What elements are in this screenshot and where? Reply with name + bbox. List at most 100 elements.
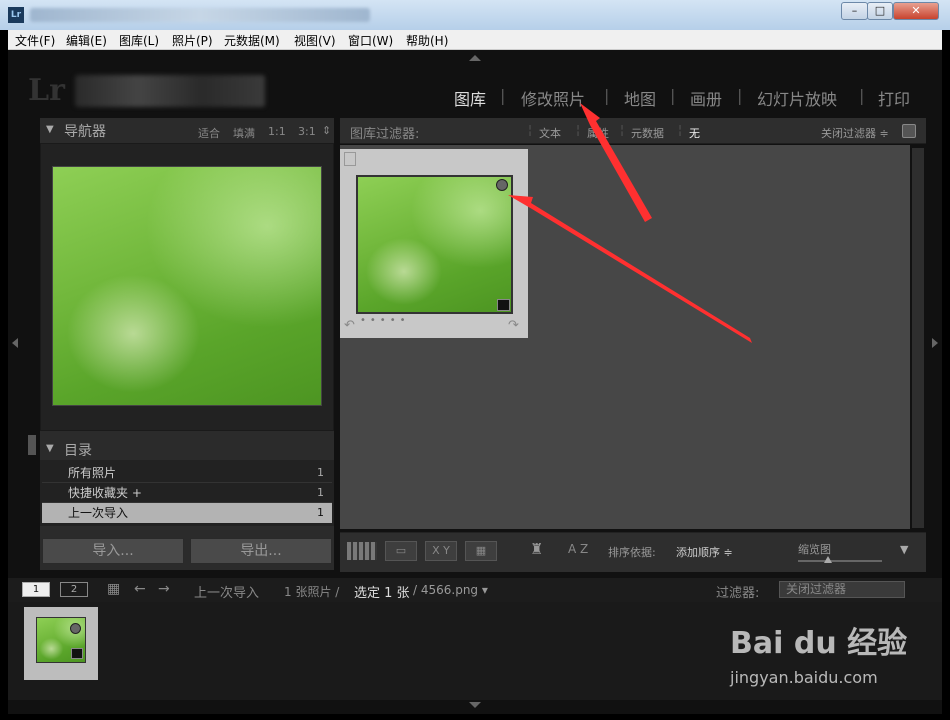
filter-metadata[interactable]: 元数据 bbox=[631, 125, 664, 141]
left-panel-toggle-icon[interactable] bbox=[12, 338, 18, 348]
catalog-item-all-photos[interactable]: 所有照片 1 bbox=[42, 463, 332, 483]
back-arrow-icon[interactable]: ← bbox=[134, 581, 146, 597]
filter-text[interactable]: 文本 bbox=[539, 125, 561, 141]
module-print[interactable]: 打印 bbox=[878, 86, 910, 110]
menu-edit[interactable]: 编辑(E) bbox=[66, 32, 107, 49]
flag-icon[interactable] bbox=[344, 152, 356, 166]
photo-thumbnail[interactable] bbox=[356, 175, 513, 314]
module-book[interactable]: 画册 bbox=[690, 86, 722, 110]
menu-window[interactable]: 窗口(W) bbox=[348, 32, 393, 49]
module-separator: | bbox=[604, 86, 610, 105]
window-title-blurred bbox=[30, 8, 370, 22]
menu-file[interactable]: 文件(F) bbox=[15, 32, 55, 49]
catalog-item-label: 上一次导入 bbox=[68, 506, 129, 520]
slider-thumb-icon[interactable] bbox=[824, 556, 832, 563]
grid-view-icon[interactable] bbox=[347, 542, 377, 560]
module-slideshow[interactable]: 幻灯片放映 bbox=[757, 86, 837, 110]
window-title-bar: Lr bbox=[0, 0, 950, 30]
navigator-preview-image[interactable] bbox=[52, 166, 322, 406]
sort-label: 排序依据: bbox=[608, 546, 656, 559]
filter-none[interactable]: 无 bbox=[689, 125, 700, 141]
quick-collection-dot-icon[interactable] bbox=[496, 179, 508, 191]
survey-view-icon[interactable]: ▦ bbox=[465, 541, 497, 561]
spray-can-icon[interactable]: ♜ bbox=[530, 540, 543, 558]
thumbnail-size-slider[interactable] bbox=[798, 560, 882, 562]
watermark-brand: Bai du 经验 bbox=[730, 626, 908, 661]
maximize-button[interactable]: □ bbox=[867, 2, 893, 20]
catalog-item-previous-import[interactable]: 上一次导入 1 bbox=[42, 503, 332, 523]
right-panel-toggle-icon[interactable] bbox=[932, 338, 938, 348]
top-panel-toggle-icon[interactable] bbox=[469, 55, 481, 61]
rotate-right-icon[interactable]: ↷ bbox=[508, 318, 519, 333]
module-map[interactable]: 地图 bbox=[624, 86, 656, 110]
filter-separator: ¦ bbox=[620, 123, 625, 137]
filename-dropdown[interactable]: / 4566.png ▾ bbox=[413, 583, 488, 597]
menu-bar: 文件(F) 编辑(E) 图库(L) 照片(P) 元数据(M) 视图(V) 窗口(… bbox=[8, 30, 942, 50]
window-1-toggle[interactable]: 1 bbox=[22, 582, 50, 597]
collapse-triangle-icon[interactable]: ▼ bbox=[46, 124, 54, 135]
selected-count: 选定 1 张 bbox=[354, 586, 410, 601]
module-develop[interactable]: 修改照片 bbox=[521, 86, 585, 110]
menu-metadata[interactable]: 元数据(M) bbox=[224, 32, 280, 49]
window-2-toggle[interactable]: 2 bbox=[60, 582, 88, 597]
thumbnail-size-label: 缩览图 bbox=[798, 543, 831, 556]
export-button[interactable]: 导出... bbox=[190, 538, 332, 564]
library-filter-title: 图库过滤器: bbox=[350, 127, 420, 142]
edited-badge-icon bbox=[71, 648, 83, 659]
filter-preset-select[interactable]: 关闭过滤器 bbox=[779, 581, 905, 598]
toolbar-menu-chevron-icon[interactable]: ▼ bbox=[900, 543, 908, 556]
nav-option-fit[interactable]: 适合 bbox=[198, 125, 220, 141]
grid-scrollbar[interactable] bbox=[912, 148, 924, 528]
grid-jump-icon[interactable]: ▦ bbox=[107, 581, 120, 597]
lock-icon[interactable] bbox=[902, 124, 916, 138]
catalog-item-count: 1 bbox=[317, 506, 324, 519]
sort-direction-icon[interactable]: A Z bbox=[568, 542, 588, 556]
menu-view[interactable]: 视图(V) bbox=[294, 32, 336, 49]
collapse-triangle-icon[interactable]: ▼ bbox=[46, 443, 54, 454]
filter-separator: ¦ bbox=[528, 123, 533, 137]
nav-option-1-1[interactable]: 1:1 bbox=[268, 125, 286, 138]
catalog-item-label: 快捷收藏夹 + bbox=[68, 486, 142, 500]
menu-help[interactable]: 帮助(H) bbox=[406, 32, 448, 49]
watermark-url: jingyan.baidu.com bbox=[730, 668, 878, 687]
minimize-button[interactable]: – bbox=[841, 2, 868, 20]
filter-attribute[interactable]: 属性 bbox=[587, 125, 609, 141]
close-filter-dropdown[interactable]: 关闭过滤器 ≑ bbox=[821, 125, 889, 141]
bottom-panel-toggle-icon[interactable] bbox=[469, 702, 481, 708]
nav-option-fill[interactable]: 填满 bbox=[233, 125, 255, 141]
module-separator: | bbox=[737, 86, 743, 105]
menu-library[interactable]: 图库(L) bbox=[119, 32, 159, 49]
compare-view-icon[interactable]: X Y bbox=[425, 541, 457, 561]
catalog-item-quick-collection[interactable]: 快捷收藏夹 + 1 bbox=[42, 483, 332, 503]
rating-dots-icon[interactable]: ••••• bbox=[360, 315, 410, 326]
left-panel-scrollbar[interactable] bbox=[28, 435, 36, 455]
catalog-item-count: 1 bbox=[317, 466, 324, 479]
close-button[interactable]: ✕ bbox=[893, 2, 939, 20]
filter-label: 过滤器: bbox=[716, 586, 760, 601]
navigator-title[interactable]: 导航器 bbox=[64, 121, 106, 143]
rotate-left-icon[interactable]: ↶ bbox=[344, 318, 355, 333]
catalog-item-label: 所有照片 bbox=[68, 466, 117, 480]
module-separator: | bbox=[859, 86, 865, 105]
sort-order-dropdown[interactable]: 添加顺序 ≑ bbox=[676, 544, 733, 560]
loupe-view-icon[interactable]: ▭ bbox=[385, 541, 417, 561]
filter-separator: ¦ bbox=[678, 123, 683, 137]
filter-preset-value: 关闭过滤器 bbox=[786, 582, 847, 596]
catalog-item-count: 1 bbox=[317, 486, 324, 499]
import-button[interactable]: 导入... bbox=[42, 538, 184, 564]
filter-separator: ¦ bbox=[576, 123, 581, 137]
photo-count: 1 张照片 / bbox=[284, 585, 340, 599]
module-separator: | bbox=[670, 86, 676, 105]
app-icon: Lr bbox=[8, 7, 24, 23]
catalog-title[interactable]: 目录 bbox=[64, 440, 92, 462]
nav-option-3-1[interactable]: 3:1 bbox=[298, 125, 316, 138]
edited-badge-icon bbox=[497, 299, 510, 311]
filmstrip-source[interactable]: 上一次导入 bbox=[194, 582, 259, 601]
forward-arrow-icon[interactable]: → bbox=[158, 581, 170, 597]
module-library[interactable]: 图库 bbox=[454, 86, 486, 110]
menu-photo[interactable]: 照片(P) bbox=[172, 32, 213, 49]
quick-collection-dot-icon[interactable] bbox=[70, 623, 81, 634]
lightroom-logo: Lr bbox=[28, 73, 65, 108]
zoom-stepper-icon[interactable]: ⇕ bbox=[322, 124, 331, 137]
identity-plate-blurred bbox=[75, 75, 265, 107]
